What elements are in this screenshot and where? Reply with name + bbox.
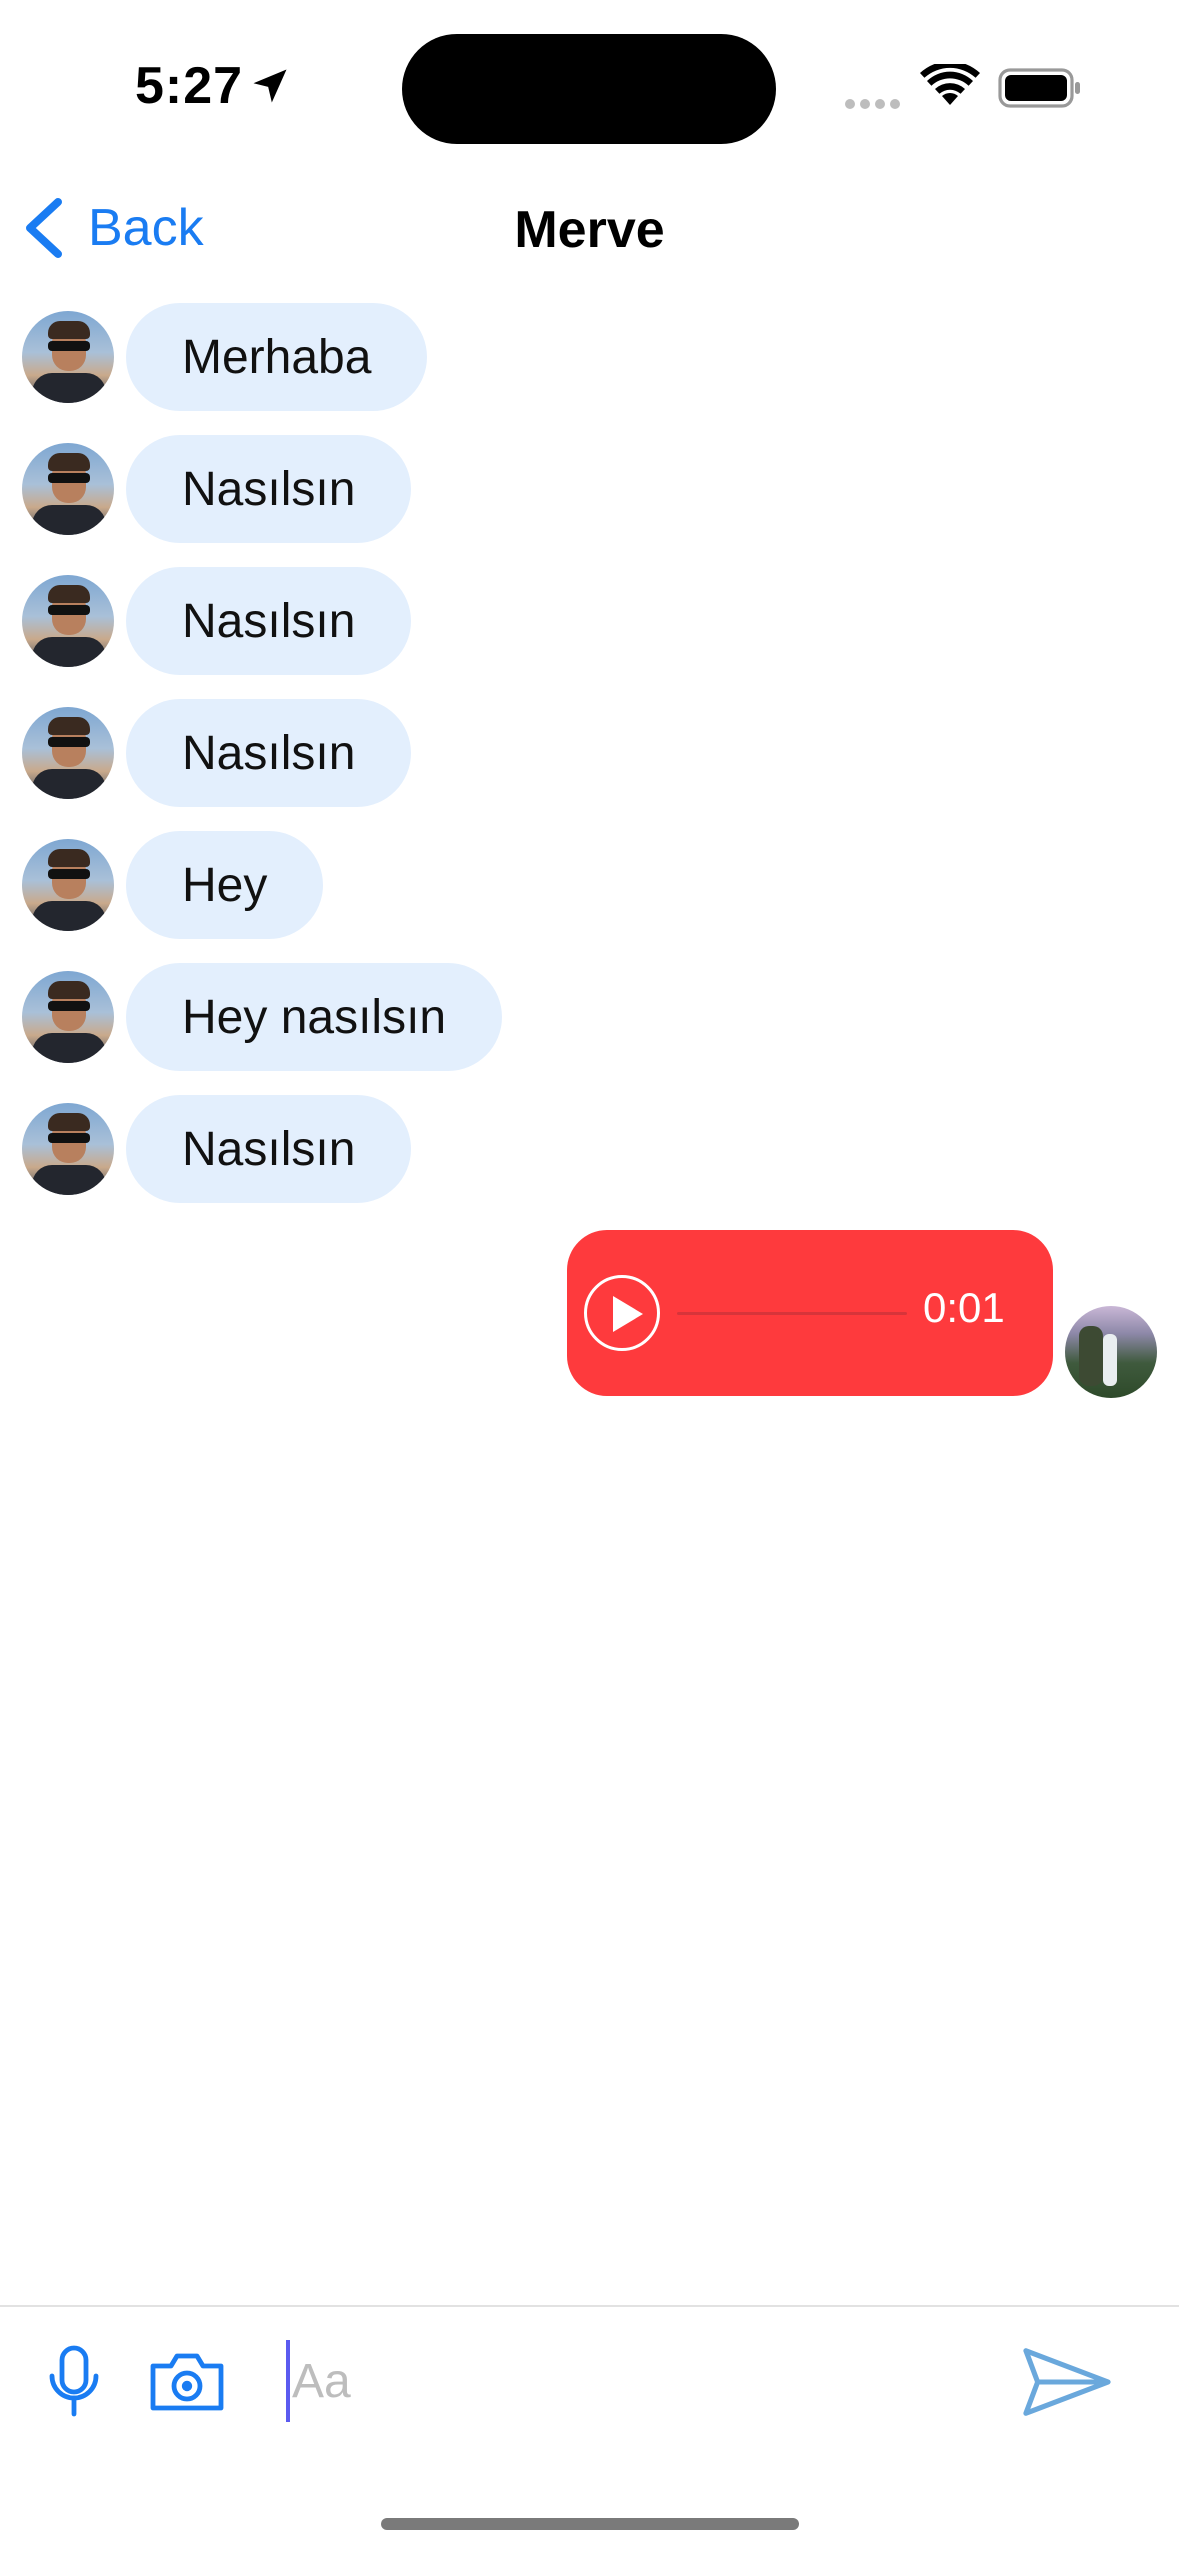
- contact-avatar[interactable]: [22, 707, 114, 799]
- message-bubble[interactable]: Nasılsın: [126, 699, 412, 807]
- contact-avatar[interactable]: [22, 311, 114, 403]
- send-icon[interactable]: [1022, 2346, 1112, 2418]
- wifi-icon: [920, 64, 980, 105]
- message-row: Merhaba: [22, 302, 428, 412]
- message-row: Nasılsın: [22, 698, 412, 808]
- message-bubble[interactable]: Nasılsın: [126, 567, 412, 675]
- contact-avatar[interactable]: [22, 839, 114, 931]
- play-button[interactable]: [584, 1275, 660, 1351]
- contact-avatar[interactable]: [22, 971, 114, 1063]
- voice-progress-track[interactable]: [677, 1312, 907, 1315]
- play-icon: [613, 1296, 643, 1332]
- battery-icon: [998, 68, 1080, 108]
- message-row: Nasılsın: [22, 434, 412, 544]
- voice-message-bubble[interactable]: 0:01: [567, 1230, 1053, 1396]
- chat-title: Merve: [514, 201, 665, 259]
- message-input[interactable]: [286, 2340, 994, 2422]
- message-row: Hey: [22, 830, 324, 940]
- message-bubble[interactable]: Nasılsın: [126, 1095, 412, 1203]
- dynamic-island: [402, 34, 776, 144]
- message-row: Nasılsın: [22, 566, 412, 676]
- contact-avatar[interactable]: [22, 443, 114, 535]
- message-bubble[interactable]: Merhaba: [126, 303, 428, 411]
- location-arrow-icon: [253, 69, 287, 103]
- cellular-signal-icon: [845, 96, 905, 114]
- self-avatar[interactable]: [1065, 1306, 1157, 1398]
- status-time: 5:27: [135, 57, 244, 115]
- mic-icon[interactable]: [46, 2344, 102, 2420]
- message-bubble[interactable]: Hey: [126, 831, 324, 939]
- home-indicator: [381, 2518, 799, 2530]
- message-row: Nasılsın: [22, 1094, 412, 1204]
- message-row: Hey nasılsın: [22, 962, 503, 1072]
- voice-duration: 0:01: [923, 1284, 1005, 1331]
- input-divider: [0, 2305, 1179, 2307]
- message-bubble[interactable]: Hey nasılsın: [126, 963, 503, 1071]
- camera-icon[interactable]: [146, 2350, 228, 2414]
- message-bubble[interactable]: Nasılsın: [126, 435, 412, 543]
- contact-avatar[interactable]: [22, 575, 114, 667]
- contact-avatar[interactable]: [22, 1103, 114, 1195]
